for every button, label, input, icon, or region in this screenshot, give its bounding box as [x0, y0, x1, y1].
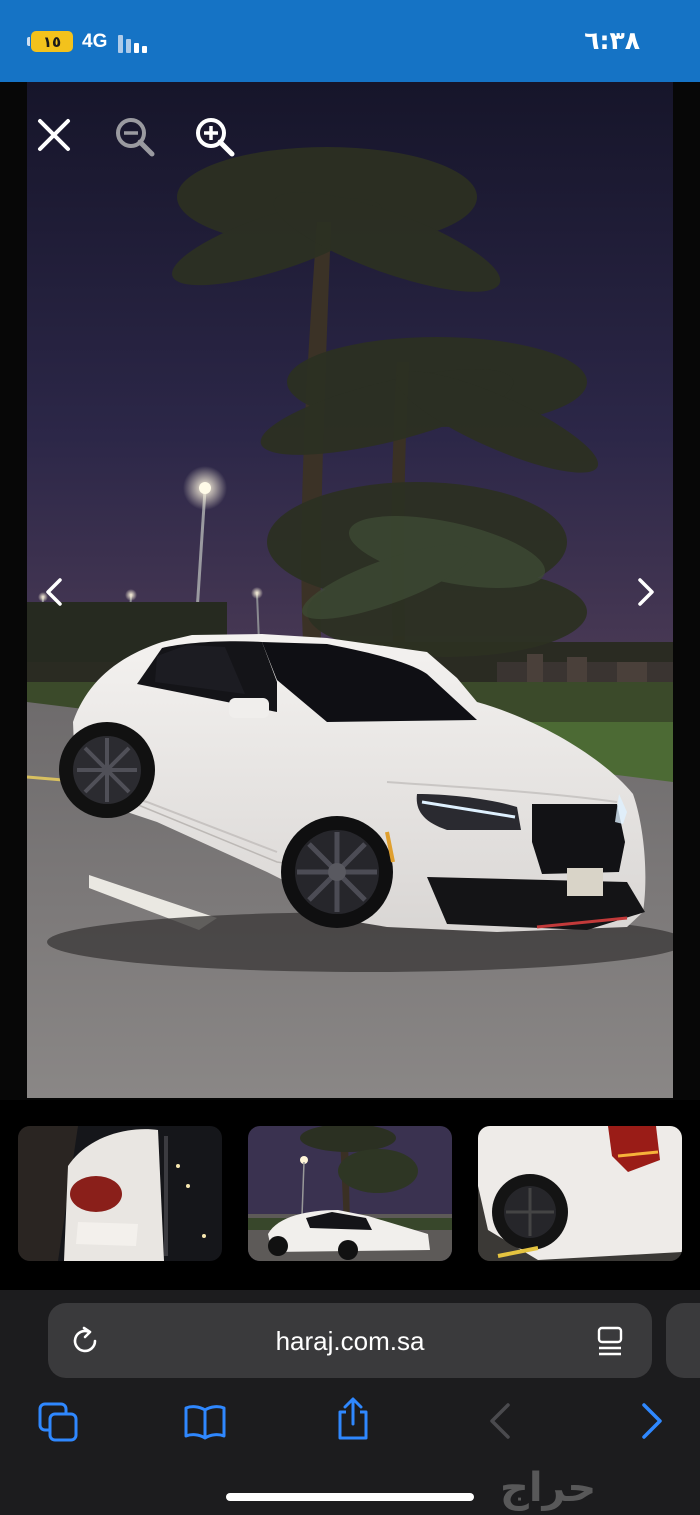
image-viewer — [0, 82, 700, 1100]
url-text: haraj.com.sa — [275, 1326, 425, 1356]
network-type: 4G — [82, 31, 108, 52]
back-icon[interactable] — [488, 1402, 512, 1440]
home-indicator — [226, 1493, 474, 1501]
share-icon[interactable] — [335, 1396, 371, 1442]
thumbnail-car-front-palms[interactable] — [248, 1126, 452, 1261]
bookmarks-icon[interactable] — [183, 1404, 227, 1440]
tabs-icon[interactable] — [38, 1402, 78, 1442]
next-tab-peek[interactable] — [666, 1303, 700, 1378]
thumbnail-strip — [0, 1100, 700, 1290]
zoom-in-icon[interactable] — [193, 115, 237, 159]
chevron-right-icon[interactable] — [634, 576, 658, 608]
forward-icon[interactable] — [640, 1402, 664, 1440]
haraj-watermark: حراج — [500, 1465, 597, 1511]
address-bar[interactable]: haraj.com.sa — [48, 1303, 652, 1378]
battery-level: ١٥ — [42, 32, 62, 51]
chevron-left-icon[interactable] — [42, 576, 66, 608]
status-time: ٦:٣٨ — [584, 26, 640, 55]
thumbnail-car-rear-wheel[interactable] — [478, 1126, 682, 1261]
thumbnail-car-rear-night[interactable] — [18, 1126, 222, 1261]
battery-tip — [27, 37, 30, 46]
zoom-out-icon[interactable] — [113, 115, 157, 159]
main-photo — [27, 82, 673, 1098]
browser-toolbar: haraj.com.sa حراج — [0, 1290, 700, 1515]
reader-icon[interactable] — [596, 1325, 624, 1357]
signal-icon — [118, 33, 152, 53]
close-icon[interactable] — [36, 117, 72, 153]
battery-icon: ١٥ — [31, 31, 73, 52]
status-bar: ١٥ 4G ٦:٣٨ — [0, 0, 700, 82]
